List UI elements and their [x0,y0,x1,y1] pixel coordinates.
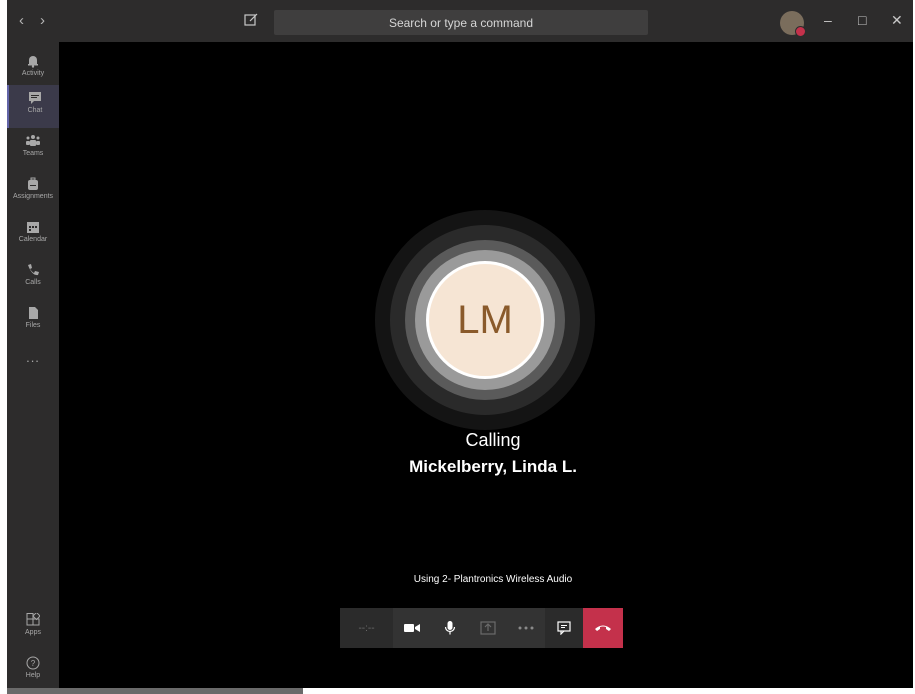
calendar-icon [27,222,39,233]
rail-item-calendar[interactable]: Calendar [7,214,59,257]
help-icon: ? [26,656,40,670]
rail-label: Help [25,672,41,679]
share-screen-icon [480,621,496,635]
chat-icon [29,92,41,104]
rail-item-assignments[interactable]: Assignments [7,171,59,214]
call-stage: LM [59,42,913,688]
share-button[interactable] [469,608,507,648]
call-timer-text: --:-- [358,622,375,634]
rail-item-chat[interactable]: Chat [7,85,61,128]
video-camera-icon [404,624,420,632]
rail-label: Apps [25,629,41,636]
rail-item-help[interactable]: ? Help [7,650,59,693]
rail-label: Calendar [18,236,48,243]
teams-window: ‹ › Search or type a command – □ ✕ Activ… [7,0,913,688]
rail-item-files[interactable]: Files [7,300,59,343]
chat-button[interactable] [545,608,583,648]
close-icon[interactable]: ✕ [891,12,903,29]
rail-item-calls[interactable]: Calls [7,257,59,300]
rail-label: Activity [21,70,45,77]
new-chat-icon[interactable] [243,12,261,30]
app-rail: Activity Chat Teams Assignments Calendar… [7,42,61,688]
microphone-icon [444,621,456,635]
rail-label: Calls [25,279,41,286]
callee-name: Mickelberry, Linda L. [409,457,577,476]
minimize-icon[interactable]: – [824,12,832,28]
camera-button[interactable] [393,608,431,648]
call-status: Calling [465,430,521,450]
conversation-icon [557,621,571,635]
hang-up-icon [595,625,611,631]
audio-device-label: Using 2- Plantronics Wireless Audio [413,574,573,585]
apps-icon [26,613,40,626]
caller-initials: LM [457,297,513,342]
search-placeholder: Search or type a command [388,15,534,30]
mute-button[interactable] [431,608,469,648]
taskbar-strip [7,688,303,694]
rail-label: Files [25,322,41,329]
maximize-icon[interactable]: □ [858,12,866,28]
forward-icon[interactable]: › [40,12,45,29]
caller-avatar: LM [426,261,544,379]
ellipsis-icon [518,626,534,630]
presence-badge [795,26,806,37]
more-actions-button[interactable] [507,608,545,648]
backpack-icon [28,177,38,190]
search-input[interactable]: Search or type a command [274,10,648,35]
rail-label: Chat [27,107,43,114]
file-icon [29,307,38,319]
teams-icon [26,135,40,146]
rail-item-teams[interactable]: Teams [7,128,59,171]
hang-up-button[interactable] [583,608,623,648]
profile-avatar[interactable] [780,11,806,37]
call-controls: --:-- [340,608,623,648]
svg-text:?: ? [31,659,36,668]
more-apps-icon[interactable]: ... [7,350,59,370]
rail-label: Teams [22,150,44,157]
call-timer: --:-- [340,608,393,648]
back-icon[interactable]: ‹ [19,12,24,29]
rail-item-apps[interactable]: Apps [7,607,59,650]
rail-label: Assignments [12,193,54,200]
bell-icon [28,56,38,68]
phone-icon [28,264,39,276]
history-nav: ‹ › [19,12,45,29]
more-apps-label: ... [26,350,40,365]
title-bar: ‹ › Search or type a command – □ ✕ [7,0,913,42]
